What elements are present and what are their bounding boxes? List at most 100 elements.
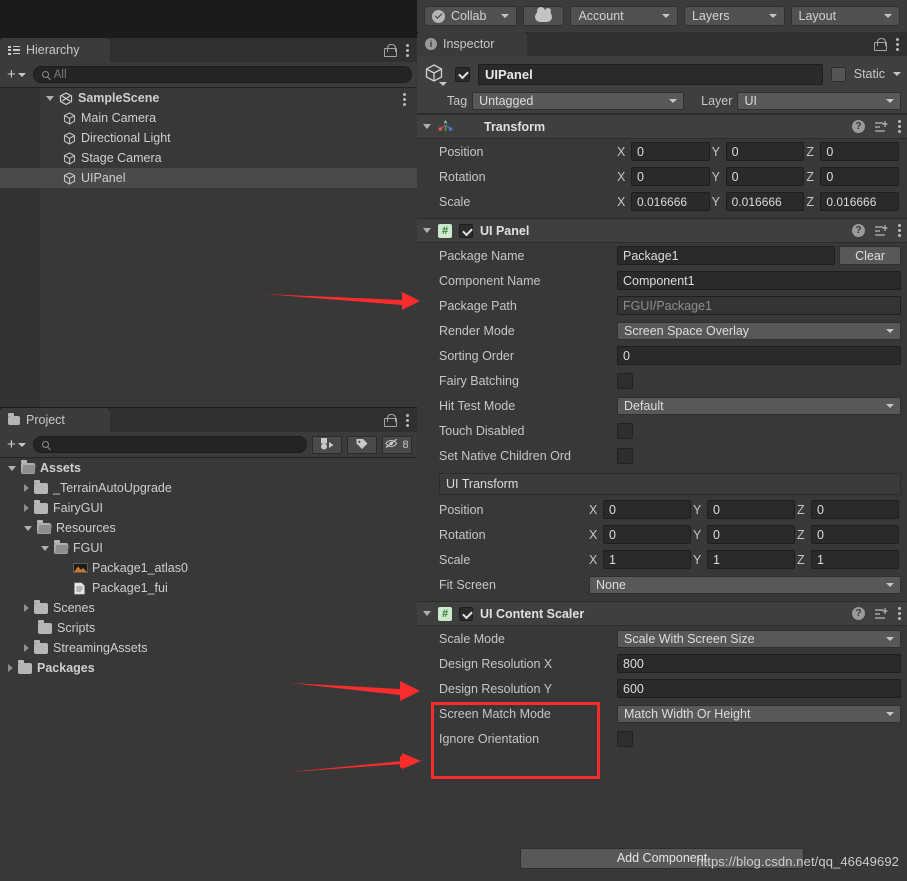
hierarchy-row-directional-light[interactable]: Directional Light [0,128,417,148]
component-menu-icon[interactable] [897,120,901,133]
tag-dropdown[interactable]: Untagged [472,92,685,110]
project-tree[interactable]: Assets _TerrainAutoUpgrade FairyGUI Reso… [0,458,417,881]
rotation-z-input[interactable]: 0 [820,167,900,186]
uit-position-z-input[interactable]: 0 [811,500,899,519]
project-row-resources[interactable]: Resources [0,518,417,538]
project-row-package1-atlas0[interactable]: Package1_atlas0 [0,558,417,578]
twisty-right-icon[interactable] [24,604,29,612]
project-search-input[interactable] [32,436,307,453]
hierarchy-search-input[interactable]: All [32,66,412,83]
preset-icon[interactable] [874,607,888,620]
layers-button[interactable]: Layers [683,6,785,26]
project-row-packages[interactable]: Packages [0,658,417,678]
fit-screen-dropdown[interactable]: None [589,575,901,594]
help-icon[interactable]: ? [852,224,865,237]
hierarchy-row-main-camera[interactable]: Main Camera [0,108,417,128]
add-component-button[interactable]: Add Component [520,847,804,869]
project-row-scripts[interactable]: Scripts [0,618,417,638]
uit-rotation-x-input[interactable]: 0 [603,525,691,544]
project-row-assets[interactable]: Assets [0,458,417,478]
uit-scale-z-input[interactable]: 1 [811,550,899,569]
render-mode-dropdown[interactable]: Screen Space Overlay [617,321,901,340]
uit-position-x-input[interactable]: 0 [603,500,691,519]
position-y-input[interactable]: 0 [725,142,805,161]
uit-position-y-input[interactable]: 0 [707,500,795,519]
object-name-input[interactable]: UIPanel [478,63,823,85]
rotation-x-input[interactable]: 0 [631,167,710,186]
uit-scale-x-input[interactable]: 1 [603,550,691,569]
collab-button[interactable]: Collab [424,6,517,26]
lock-icon[interactable] [384,43,397,57]
hit-test-mode-dropdown[interactable]: Default [617,396,901,415]
tab-project[interactable]: Project [0,408,110,432]
project-row-terrainautoupgrade[interactable]: _TerrainAutoUpgrade [0,478,417,498]
screen-match-mode-dropdown[interactable]: Match Width Or Height [617,704,901,723]
twisty-down-icon[interactable] [46,95,54,101]
component-menu-icon[interactable] [897,607,901,620]
layout-button[interactable]: Layout [790,6,901,26]
tab-hierarchy[interactable]: Hierarchy [0,38,110,62]
layer-dropdown[interactable]: UI [737,92,901,110]
component-header-ui-content-scaler[interactable]: # UI Content Scaler ? [417,601,907,626]
twisty-down-icon[interactable] [41,545,49,551]
twisty-down-icon[interactable] [8,465,16,471]
component-name-input[interactable]: Component1 [617,271,901,290]
project-row-fgui[interactable]: FGUI [0,538,417,558]
scale-y-input[interactable]: 0.016666 [725,192,805,211]
component-header-ui-panel[interactable]: # UI Panel ? [417,218,907,243]
hierarchy-row-samplescene[interactable]: SampleScene [0,88,417,108]
filter-by-type-button[interactable] [312,435,342,454]
ui-panel-enabled-checkbox[interactable] [459,223,473,238]
fairy-batching-checkbox[interactable] [617,372,633,389]
filter-by-label-button[interactable] [347,435,377,454]
project-row-package1-fui[interactable]: Package1_fui [0,578,417,598]
scene-context-menu-icon[interactable] [402,93,406,106]
preset-icon[interactable] [874,120,888,133]
uit-rotation-y-input[interactable]: 0 [707,525,795,544]
project-row-scenes[interactable]: Scenes [0,598,417,618]
static-dropdown-icon[interactable] [893,72,901,76]
project-row-fairygui[interactable]: FairyGUI [0,498,417,518]
package-name-input[interactable]: Package1 [617,246,835,265]
ui-content-scaler-enabled-checkbox[interactable] [459,606,473,621]
component-menu-icon[interactable] [897,224,901,237]
twisty-right-icon[interactable] [8,664,13,672]
hierarchy-menu-icon[interactable] [405,43,409,57]
static-checkbox[interactable] [830,66,846,82]
scale-z-input[interactable]: 0.016666 [820,192,900,211]
twisty-down-icon[interactable] [423,124,431,129]
clear-button[interactable]: Clear [839,246,901,265]
uit-rotation-z-input[interactable]: 0 [811,525,899,544]
object-active-checkbox[interactable] [455,66,470,82]
component-header-transform[interactable]: Transform ? [417,114,907,139]
account-button[interactable]: Account [570,6,678,26]
lock-icon[interactable] [874,37,887,51]
project-add-button[interactable]: + [5,436,28,453]
sorting-order-input[interactable]: 0 [617,346,901,365]
scale-x-input[interactable]: 0.016666 [631,192,710,211]
hierarchy-row-stage-camera[interactable]: Stage Camera [0,148,417,168]
twisty-right-icon[interactable] [24,504,29,512]
help-icon[interactable]: ? [852,120,865,133]
tab-inspector[interactable]: i Inspector [417,32,527,56]
hidden-assets-toggle[interactable]: 8 [382,435,412,454]
design-resolution-y-input[interactable]: 600 [617,679,901,698]
hierarchy-tree[interactable]: SampleScene Main Camera Directional Ligh… [0,88,417,407]
project-row-streamingassets[interactable]: StreamingAssets [0,638,417,658]
ignore-orientation-checkbox[interactable] [617,730,633,747]
twisty-down-icon[interactable] [423,228,431,233]
preset-icon[interactable] [874,224,888,237]
scale-mode-dropdown[interactable]: Scale With Screen Size [617,629,901,648]
inspector-menu-icon[interactable] [895,37,899,51]
position-x-input[interactable]: 0 [631,142,710,161]
hierarchy-add-button[interactable]: + [5,66,28,83]
hierarchy-row-uipanel[interactable]: UIPanel [0,168,417,188]
help-icon[interactable]: ? [852,607,865,620]
project-menu-icon[interactable] [405,413,409,427]
lock-icon[interactable] [384,413,397,427]
twisty-down-icon[interactable] [24,525,32,531]
design-resolution-x-input[interactable]: 800 [617,654,901,673]
twisty-down-icon[interactable] [423,611,431,616]
position-z-input[interactable]: 0 [820,142,900,161]
rotation-y-input[interactable]: 0 [725,167,805,186]
